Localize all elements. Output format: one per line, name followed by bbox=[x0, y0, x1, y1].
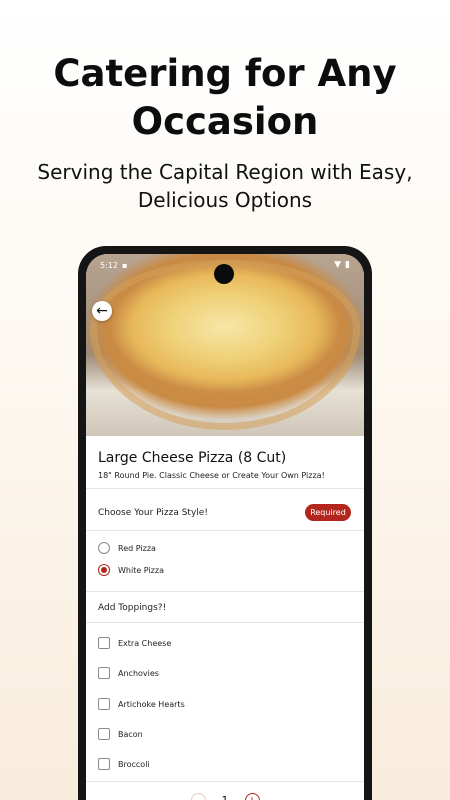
promo-subline-line1: Serving the Capital Region with Easy, bbox=[37, 160, 413, 184]
radio-button[interactable] bbox=[98, 542, 110, 554]
quantity-stepper: − 1 + bbox=[86, 785, 364, 800]
pizza-style-label: Choose Your Pizza Style! bbox=[98, 508, 208, 518]
option-label: Artichoke Hearts bbox=[118, 699, 185, 709]
camera-cutout bbox=[214, 264, 234, 284]
checkbox-option-broccoli[interactable]: Broccoli bbox=[98, 758, 150, 770]
quantity-value: 1 bbox=[221, 793, 229, 800]
checkbox[interactable] bbox=[98, 758, 110, 770]
increase-quantity-button[interactable]: + bbox=[244, 792, 260, 800]
option-label: Red Pizza bbox=[118, 543, 156, 553]
promo-subline: Serving the Capital Region with Easy, De… bbox=[0, 158, 450, 214]
required-badge: Required bbox=[305, 504, 351, 521]
battery-icon: ▮ bbox=[345, 260, 350, 270]
promo-subline-line2: Delicious Options bbox=[137, 188, 313, 212]
checkbox[interactable] bbox=[98, 637, 110, 649]
divider bbox=[86, 781, 364, 782]
divider bbox=[86, 622, 364, 623]
wifi-icon: ▼ bbox=[334, 260, 342, 270]
notification-icon: ▪ bbox=[121, 260, 128, 270]
checkbox[interactable] bbox=[98, 667, 110, 679]
option-label: Anchovies bbox=[118, 668, 159, 678]
back-button[interactable]: ← bbox=[92, 301, 112, 321]
checkbox-option-anchovies[interactable]: Anchovies bbox=[98, 667, 159, 679]
toppings-label: Add Toppings?! bbox=[98, 603, 167, 613]
radio-option-red-pizza[interactable]: Red Pizza bbox=[98, 542, 156, 554]
option-label: Extra Cheese bbox=[118, 638, 172, 648]
phone-screen: 5:12 ▪ ▼ ▮ ← Large Cheese Pizza (8 Cut) … bbox=[86, 254, 364, 800]
phone-frame: 5:12 ▪ ▼ ▮ ← Large Cheese Pizza (8 Cut) … bbox=[78, 246, 372, 800]
divider bbox=[86, 591, 364, 592]
decrease-quantity-button[interactable]: − bbox=[190, 792, 206, 800]
item-description: 18" Round Pie. Classic Cheese or Create … bbox=[98, 471, 325, 480]
divider bbox=[86, 530, 364, 531]
checkbox[interactable] bbox=[98, 728, 110, 740]
divider bbox=[86, 488, 364, 489]
pizza-crust bbox=[90, 260, 360, 430]
item-title: Large Cheese Pizza (8 Cut) bbox=[98, 450, 287, 466]
arrow-left-icon: ← bbox=[96, 303, 108, 319]
promo-headline: Catering for Any Occasion bbox=[0, 50, 450, 146]
option-label: Broccoli bbox=[118, 759, 150, 769]
checkbox-option-extra-cheese[interactable]: Extra Cheese bbox=[98, 637, 171, 649]
promo-headline-line1: Catering for Any bbox=[53, 52, 397, 95]
radio-button-selected[interactable] bbox=[98, 564, 110, 576]
radio-option-white-pizza[interactable]: White Pizza bbox=[98, 564, 164, 576]
checkbox-option-artichoke-hearts[interactable]: Artichoke Hearts bbox=[98, 698, 185, 710]
checkbox-option-bacon[interactable]: Bacon bbox=[98, 728, 143, 740]
option-label: White Pizza bbox=[118, 565, 164, 575]
status-time: 5:12 bbox=[100, 260, 118, 270]
promo-headline-line2: Occasion bbox=[131, 100, 319, 143]
checkbox[interactable] bbox=[98, 698, 110, 710]
option-label: Bacon bbox=[118, 729, 143, 739]
